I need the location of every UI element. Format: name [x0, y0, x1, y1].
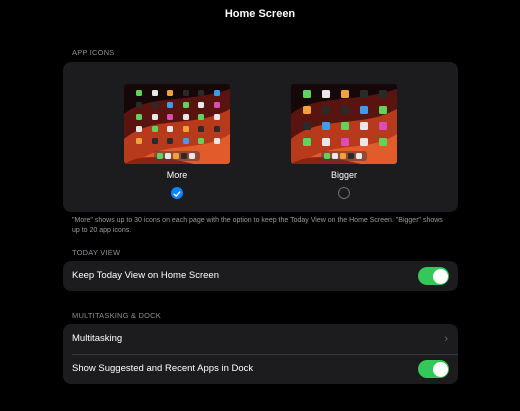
app-icon: [167, 138, 173, 144]
bigger-layout-preview[interactable]: [291, 84, 397, 164]
app-icons-card: More Bigger: [63, 62, 458, 212]
dock-app-icon: [165, 153, 171, 159]
bigger-radio-button[interactable]: [338, 187, 350, 199]
app-icon: [322, 106, 330, 114]
app-icon: [360, 138, 368, 146]
checkmark-icon: [173, 191, 181, 197]
toggle-knob: [432, 268, 448, 284]
dock-app-icon: [348, 153, 354, 159]
app-icon: [213, 126, 220, 132]
dock-app-icon: [181, 153, 187, 159]
app-icon: [182, 114, 189, 120]
app-icon: [198, 138, 204, 144]
app-icon: [360, 122, 368, 130]
suggested-apps-row: Show Suggested and Recent Apps in Dock: [63, 354, 458, 384]
app-icon: [303, 106, 311, 114]
suggested-apps-label: Show Suggested and Recent Apps in Dock: [72, 363, 254, 374]
more-radio-button[interactable]: [171, 187, 183, 199]
app-icon: [151, 114, 158, 120]
dock-app-icon: [157, 153, 163, 159]
app-icon: [167, 114, 173, 120]
app-icon: [379, 106, 387, 114]
app-icon: [198, 102, 204, 108]
app-icon: [213, 114, 220, 120]
app-icon: [198, 126, 204, 132]
app-icon: [182, 90, 189, 96]
multitasking-label: Multitasking: [72, 333, 123, 344]
app-icon: [379, 138, 387, 146]
app-icon: [379, 90, 387, 98]
app-icon: [303, 138, 311, 146]
chevron-right-icon: ›: [444, 333, 448, 345]
app-icon: [151, 126, 158, 132]
app-icon: [198, 90, 204, 96]
dock-app-icon: [173, 153, 179, 159]
app-icon: [182, 126, 189, 132]
keep-today-view-row: Keep Today View on Home Screen: [63, 261, 458, 291]
app-icon: [303, 122, 311, 130]
app-icon: [136, 138, 142, 144]
app-icon: [341, 106, 349, 114]
keep-today-view-label: Keep Today View on Home Screen: [72, 270, 219, 281]
app-icon: [341, 90, 349, 98]
dock-preview: [321, 151, 367, 161]
app-icon: [136, 114, 142, 120]
app-icon: [167, 90, 173, 96]
app-icon: [167, 126, 173, 132]
dock-app-icon: [189, 153, 195, 159]
app-icon: [136, 102, 142, 108]
app-icon: [341, 138, 349, 146]
app-icon: [198, 114, 204, 120]
app-icon: [322, 122, 330, 130]
dock-app-icon: [356, 153, 362, 159]
app-icon: [360, 106, 368, 114]
app-icon: [341, 122, 349, 130]
app-icon: [182, 102, 189, 108]
today-view-header: TODAY VIEW: [72, 248, 121, 257]
dock-app-icon: [324, 153, 330, 159]
app-icon: [322, 138, 330, 146]
app-icon: [303, 90, 311, 98]
app-icon: [322, 90, 330, 98]
app-icon: [167, 102, 173, 108]
app-icon: [151, 90, 158, 96]
page-title: Home Screen: [224, 8, 296, 20]
app-icon: [136, 90, 142, 96]
app-icon: [379, 122, 387, 130]
multitasking-dock-card: Multitasking › Show Suggested and Recent…: [63, 324, 458, 384]
app-icon: [213, 102, 220, 108]
suggested-apps-toggle[interactable]: [418, 360, 449, 378]
more-option-label: More: [166, 170, 188, 180]
app-icon: [151, 138, 158, 144]
app-icon: [360, 90, 368, 98]
multitasking-row[interactable]: Multitasking ›: [63, 324, 458, 354]
multitasking-dock-header: MULTITASKING & DOCK: [72, 311, 161, 320]
more-layout-preview[interactable]: [124, 84, 230, 164]
app-icon: [136, 126, 142, 132]
app-icon: [151, 102, 158, 108]
app-icons-footnote: "More" shows up to 30 icons on each page…: [72, 217, 443, 234]
dock-app-icon: [340, 153, 346, 159]
today-view-card: Keep Today View on Home Screen: [63, 261, 458, 291]
bigger-option-label: Bigger: [330, 170, 357, 180]
keep-today-view-toggle[interactable]: [418, 267, 449, 285]
app-icon: [213, 90, 220, 96]
dock-preview: [154, 151, 200, 161]
dock-app-icon: [332, 153, 338, 159]
toggle-knob: [432, 361, 448, 377]
app-icon: [213, 138, 220, 144]
app-icons-header: APP ICONS: [72, 48, 115, 57]
app-icon: [182, 138, 189, 144]
